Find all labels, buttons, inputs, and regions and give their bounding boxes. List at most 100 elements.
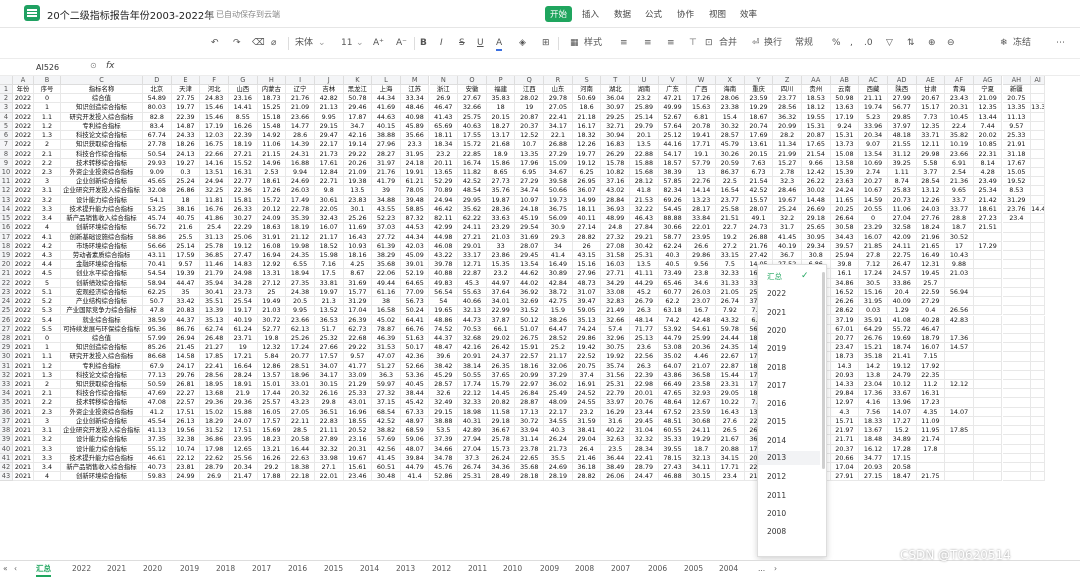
column-header[interactable]: V <box>658 76 688 85</box>
table-cell[interactable]: 2021 <box>13 463 34 473</box>
table-cell[interactable]: 26.22 <box>801 177 831 187</box>
table-cell[interactable]: 34.29 <box>601 278 631 288</box>
table-cell[interactable]: 14.49 <box>1031 204 1046 215</box>
table-cell[interactable] <box>1031 269 1046 279</box>
table-cell[interactable]: 55.72 <box>887 324 917 334</box>
table-cell[interactable]: 48.09 <box>544 398 573 408</box>
table-cell[interactable]: 28.07 <box>744 204 774 215</box>
table-cell[interactable]: 20.12 <box>257 204 287 215</box>
table-cell[interactable]: 22.41 <box>200 361 229 371</box>
table-cell[interactable]: 22.31 <box>973 149 1003 159</box>
table-cell[interactable]: 27.05 <box>544 103 573 113</box>
table-cell[interactable]: 53.08 <box>658 343 688 353</box>
table-cell[interactable]: 2021 <box>13 380 34 390</box>
table-cell[interactable]: 18.61 <box>257 177 287 187</box>
table-cell[interactable]: 9.07 <box>859 140 888 150</box>
table-cell[interactable]: 1.11 <box>887 167 917 178</box>
table-cell[interactable]: 2021 <box>13 444 34 454</box>
table-cell[interactable]: 14.58 <box>171 352 201 362</box>
table-cell[interactable] <box>1031 232 1046 242</box>
table-cell[interactable]: 35 <box>171 287 201 298</box>
table-cell[interactable]: 21.05 <box>716 287 745 298</box>
row-header[interactable]: 14 <box>0 204 13 215</box>
sheet-tab[interactable]: 2018 <box>216 564 235 573</box>
table-cell[interactable]: 36.51 <box>314 407 344 417</box>
table-cell[interactable]: 14.2 <box>859 361 888 371</box>
table-cell[interactable]: 36.07 <box>572 186 602 196</box>
table-cell[interactable]: 15.52 <box>228 158 258 168</box>
table-cell[interactable]: 22.17 <box>314 140 344 150</box>
table-cell[interactable]: 33.01 <box>286 380 315 390</box>
table-cell[interactable]: 10.69 <box>859 158 888 168</box>
table-cell[interactable]: 17.98 <box>200 444 229 454</box>
table-cell[interactable]: 18.29 <box>200 416 229 427</box>
table-cell[interactable]: 2 <box>34 380 61 390</box>
sheet-tab[interactable]: 2011 <box>468 564 487 573</box>
table-cell[interactable]: 19.1 <box>687 149 716 159</box>
table-cell[interactable]: 20.83 <box>171 306 201 316</box>
table-cell[interactable]: 20.5 <box>286 297 315 307</box>
table-cell[interactable]: 16.07 <box>314 223 344 233</box>
table-cell[interactable]: 33.17 <box>458 250 487 261</box>
table-cell[interactable]: 可持续发展与环保综合指标 <box>61 324 143 334</box>
table-cell[interactable] <box>1002 453 1032 464</box>
table-cell[interactable]: 2022 <box>13 103 34 113</box>
table-cell[interactable]: 44.62 <box>515 269 545 279</box>
strikethrough-icon[interactable]: S <box>459 37 465 49</box>
table-cell[interactable]: 35.33 <box>658 435 688 445</box>
table-cell[interactable]: 37.65 <box>486 370 516 381</box>
table-cell[interactable]: 15.31 <box>830 131 860 141</box>
table-cell[interactable]: 24.69 <box>544 463 573 473</box>
sheet-tab[interactable]: 2017 <box>252 564 271 573</box>
table-cell[interactable]: 45.89 <box>400 121 430 132</box>
table-cell[interactable]: 安徽 <box>458 85 487 95</box>
table-cell[interactable]: 48.51 <box>658 416 688 427</box>
table-cell[interactable]: 74.52 <box>429 324 459 334</box>
table-cell[interactable]: 18.19 <box>286 223 315 233</box>
table-cell[interactable]: 22.57 <box>171 398 201 408</box>
table-cell[interactable]: 13.96 <box>887 398 917 408</box>
table-cell[interactable]: 30.5 <box>859 278 888 288</box>
table-cell[interactable]: 46.39 <box>372 333 401 344</box>
table-cell[interactable]: 37.4 <box>572 370 602 381</box>
border-icon[interactable]: ⊞ <box>542 37 550 49</box>
table-cell[interactable]: 30.27 <box>228 214 258 224</box>
table-cell[interactable]: 16.83 <box>601 140 631 150</box>
table-cell[interactable]: 52.86 <box>429 472 459 482</box>
table-cell[interactable]: 44.79 <box>658 333 688 344</box>
table-cell[interactable]: 52.77 <box>257 324 287 334</box>
table-cell[interactable]: 30.1 <box>343 204 373 215</box>
table-cell[interactable]: 创新绩效综合指标 <box>61 278 143 288</box>
cell-style-icon[interactable]: ▦ <box>570 37 579 49</box>
table-cell[interactable]: 23.3 <box>400 140 430 150</box>
table-cell[interactable]: 18.26 <box>171 140 201 150</box>
table-cell[interactable]: 23.83 <box>343 195 373 205</box>
table-cell[interactable]: 56.77 <box>887 103 917 113</box>
table-cell[interactable]: 25.89 <box>630 103 659 113</box>
table-cell[interactable]: 1.1 <box>34 352 61 362</box>
table-cell[interactable]: 34.11 <box>687 463 716 473</box>
row-header[interactable]: 39 <box>0 435 13 445</box>
table-cell[interactable]: 20.93 <box>830 370 860 381</box>
table-cell[interactable]: 创业水平综合指标 <box>61 269 143 279</box>
table-cell[interactable]: 7.63 <box>744 158 774 168</box>
column-header[interactable]: Q <box>515 76 545 85</box>
table-cell[interactable]: 青海 <box>945 85 974 95</box>
table-cell[interactable]: 17.5 <box>314 269 344 279</box>
table-cell[interactable]: 35.83 <box>486 94 516 104</box>
table-cell[interactable]: 50.66 <box>544 186 573 196</box>
table-cell[interactable]: 3.3 <box>34 204 61 215</box>
table-cell[interactable]: 27.42 <box>744 250 774 261</box>
table-cell[interactable]: 12.31 <box>916 260 946 270</box>
table-cell[interactable]: 17.13 <box>515 407 545 417</box>
table-cell[interactable]: 16.26 <box>257 453 287 464</box>
table-cell[interactable]: 18.57 <box>658 158 688 168</box>
table-cell[interactable] <box>973 407 1003 417</box>
table-cell[interactable]: 30.42 <box>630 241 659 251</box>
row-header[interactable]: 18 <box>0 241 13 251</box>
row-header[interactable]: 11 <box>0 177 13 187</box>
table-cell[interactable]: 3.77 <box>916 167 946 178</box>
dropdown-option[interactable]: 汇总 <box>767 271 823 282</box>
table-cell[interactable]: 56.66 <box>143 241 172 251</box>
dropdown-option[interactable]: 2018 <box>767 363 823 372</box>
